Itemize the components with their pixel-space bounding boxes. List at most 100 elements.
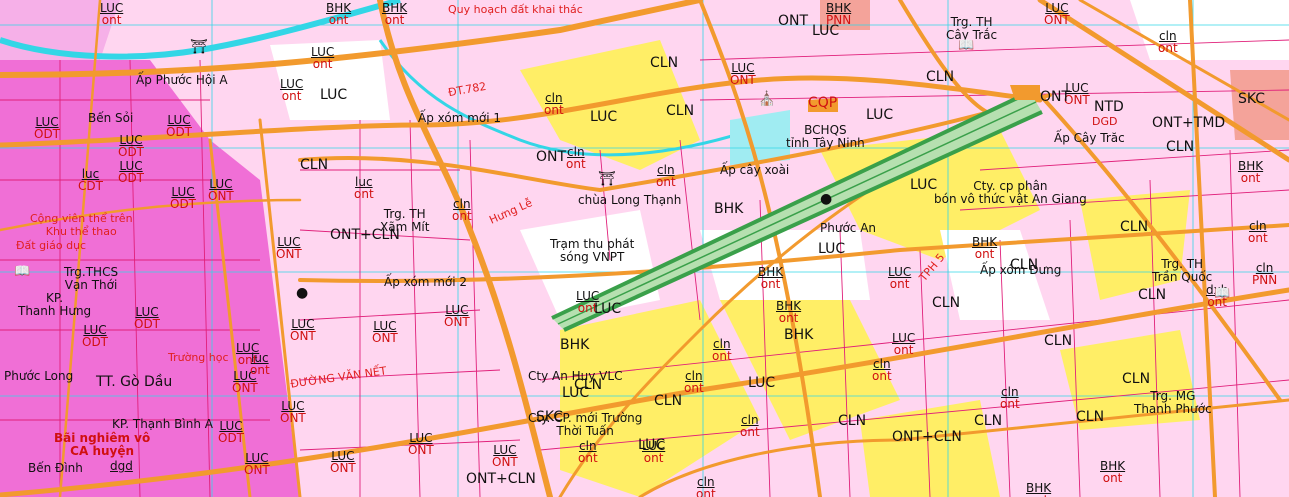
school-icon[interactable]: 📖 [1214, 287, 1230, 300]
landuse-code: luc ont [250, 352, 270, 376]
code-bottom: ont [566, 157, 586, 171]
landuse-code: LUC ONT [408, 432, 434, 456]
quarter-label: Phước An [820, 222, 876, 235]
school-icon[interactable]: 📖 [958, 39, 974, 52]
code-bottom: ont [760, 277, 781, 291]
landuse-label: LUC [594, 301, 622, 317]
police-label: Bãi nghiêm vô CA huyện [54, 432, 150, 458]
place-text: KP. Thạnh Bình A [112, 417, 213, 431]
landuse-code: cln ont [1248, 220, 1268, 244]
pin-icon[interactable]: ● [820, 192, 832, 206]
place-text: Cộng viên thể trên Khu thể thao [30, 212, 133, 238]
landuse-code: BHKont [382, 2, 407, 26]
church-icon[interactable]: ⛪ [758, 92, 775, 106]
code-bottom: ont [1248, 231, 1268, 245]
hamlet-label: Ấp xóm Đưng [980, 264, 1061, 277]
place-text: Bãi nghiêm vô CA huyện [54, 431, 151, 458]
temple-icon[interactable]: ● [296, 286, 308, 300]
pagoda-icon[interactable]: ⛩ [598, 172, 616, 186]
code-bottom: ODT [134, 317, 161, 331]
school-annotation: Trường học [168, 351, 229, 364]
code-bottom: ONT [408, 443, 434, 457]
landuse-code: LUC ONT [492, 444, 518, 468]
place-text: Trg. TH Xãm Mít [380, 207, 430, 234]
landuse-label: CLN [1122, 371, 1151, 387]
code-bottom: ont [974, 247, 995, 261]
landuse-code: LUC ONT [330, 450, 356, 474]
landuse-code: LUC ODT [34, 116, 60, 140]
landuse-code: luc ont [354, 176, 374, 200]
landuse-label: CLN [926, 69, 955, 85]
code-bottom: PNN [1252, 273, 1278, 287]
landuse-label: CLN [1120, 219, 1149, 235]
landuse-code: LUC ont [892, 332, 915, 356]
code-bottom: ont [544, 103, 564, 117]
landuse-code: cln ont [578, 440, 598, 464]
landuse-code: cln ont [1000, 386, 1020, 410]
place-text: Cty. cp phân bón vô thức vật An Giang [934, 179, 1087, 206]
landuse-code: cln ont [544, 92, 564, 116]
code-bottom: ont [354, 187, 374, 201]
landuse-label: CQP [808, 95, 838, 111]
school-icon[interactable]: 📖 [14, 265, 30, 278]
landuse-code: BHKont [1026, 482, 1051, 497]
pagoda-label: chùa Long Thạnh [578, 194, 681, 207]
landuse-label: DGD [1092, 115, 1118, 128]
code-bottom: ODT [118, 145, 145, 159]
place-text: Ấp xóm Đưng [980, 263, 1062, 277]
place-text: Ấp Cây Trăc [1054, 131, 1125, 145]
code-bottom: ONT [244, 463, 270, 477]
military-label: BCHQS tỉnh Tây Ninh [786, 124, 865, 150]
landuse-code: LUC ONT [280, 400, 306, 424]
company-label: Cty. cp phân bón vô thức vật An Giang [934, 180, 1087, 206]
wharf-label: Bến Đình [28, 462, 83, 475]
school-label: Trg. TH Trần Quốc [1152, 258, 1212, 284]
code-bottom: ont [893, 343, 914, 357]
school-label: Trg. MG Thanh Phước [1134, 390, 1212, 416]
place-text: Ấp cây xoài [720, 163, 790, 177]
code-bottom: ODT [118, 171, 145, 185]
code-bottom: ONT [372, 331, 398, 345]
landuse-code: LUC ONT [208, 178, 234, 202]
hamlet-label: Ấp xóm mới 1 [418, 112, 501, 125]
place-text: Phước Long [4, 369, 74, 383]
landuse-label: LUC [818, 241, 846, 257]
code-bottom: ODT [218, 431, 245, 445]
landuse-code: LUC ONT [276, 236, 302, 260]
code-bottom: ONT [276, 247, 302, 261]
landuse-label: LUC [748, 375, 776, 391]
landuse-code: LUC ONT [372, 320, 398, 344]
rice-field-5 [1130, 0, 1289, 60]
landuse-code: LUC ONT [290, 318, 316, 342]
landuse-code: cln ont [712, 338, 732, 362]
code-bottom: ont [872, 369, 892, 383]
landuse-code: dgd [110, 460, 133, 472]
place-text: Trg.THCS Vạn Thới [64, 265, 119, 292]
hamlet-label: Ấp Phước Hội A [136, 74, 228, 87]
code-bottom: ONT [330, 461, 356, 475]
landuse-label: CLN [1166, 139, 1195, 155]
landuse-code: LUC ONT [730, 62, 756, 86]
landuse-code: cln ont [740, 414, 760, 438]
landuse-label: LUC [590, 109, 618, 125]
quarter-label: Phước Long [4, 370, 73, 383]
landuse-label: CLN [932, 295, 961, 311]
landuse-label: ONT+CLN [466, 471, 536, 487]
wharf-label: Bến Sỏi [88, 112, 133, 125]
code-bottom: ont [889, 277, 910, 291]
code-bottom: ont [281, 89, 302, 103]
landuse-code: LUC ODT [166, 114, 192, 138]
landuse-code: LUC ONT [444, 304, 470, 328]
land-use-map[interactable]: LUC ont LUC ont LUC ont LUC ODT LUC ODT LUC OD… [0, 0, 1289, 497]
temple-icon[interactable]: ⛩ [190, 40, 208, 54]
landuse-label: NTD [1094, 99, 1124, 115]
landuse-code: cln ont [872, 358, 892, 382]
hamlet-label: Ấp Cây Trăc [1054, 132, 1125, 145]
code-bottom: ONT [730, 73, 756, 87]
school-label: Trg. TH Xãm Mít [380, 208, 429, 234]
place-text: Ấp xóm mới 1 [418, 111, 502, 125]
place-text: Trg. MG Thanh Phước [1134, 389, 1212, 416]
landuse-code: cln ont [656, 164, 676, 188]
code-bottom: ont [643, 451, 664, 465]
school-label: Trg.THCS Vạn Thới [64, 266, 118, 292]
